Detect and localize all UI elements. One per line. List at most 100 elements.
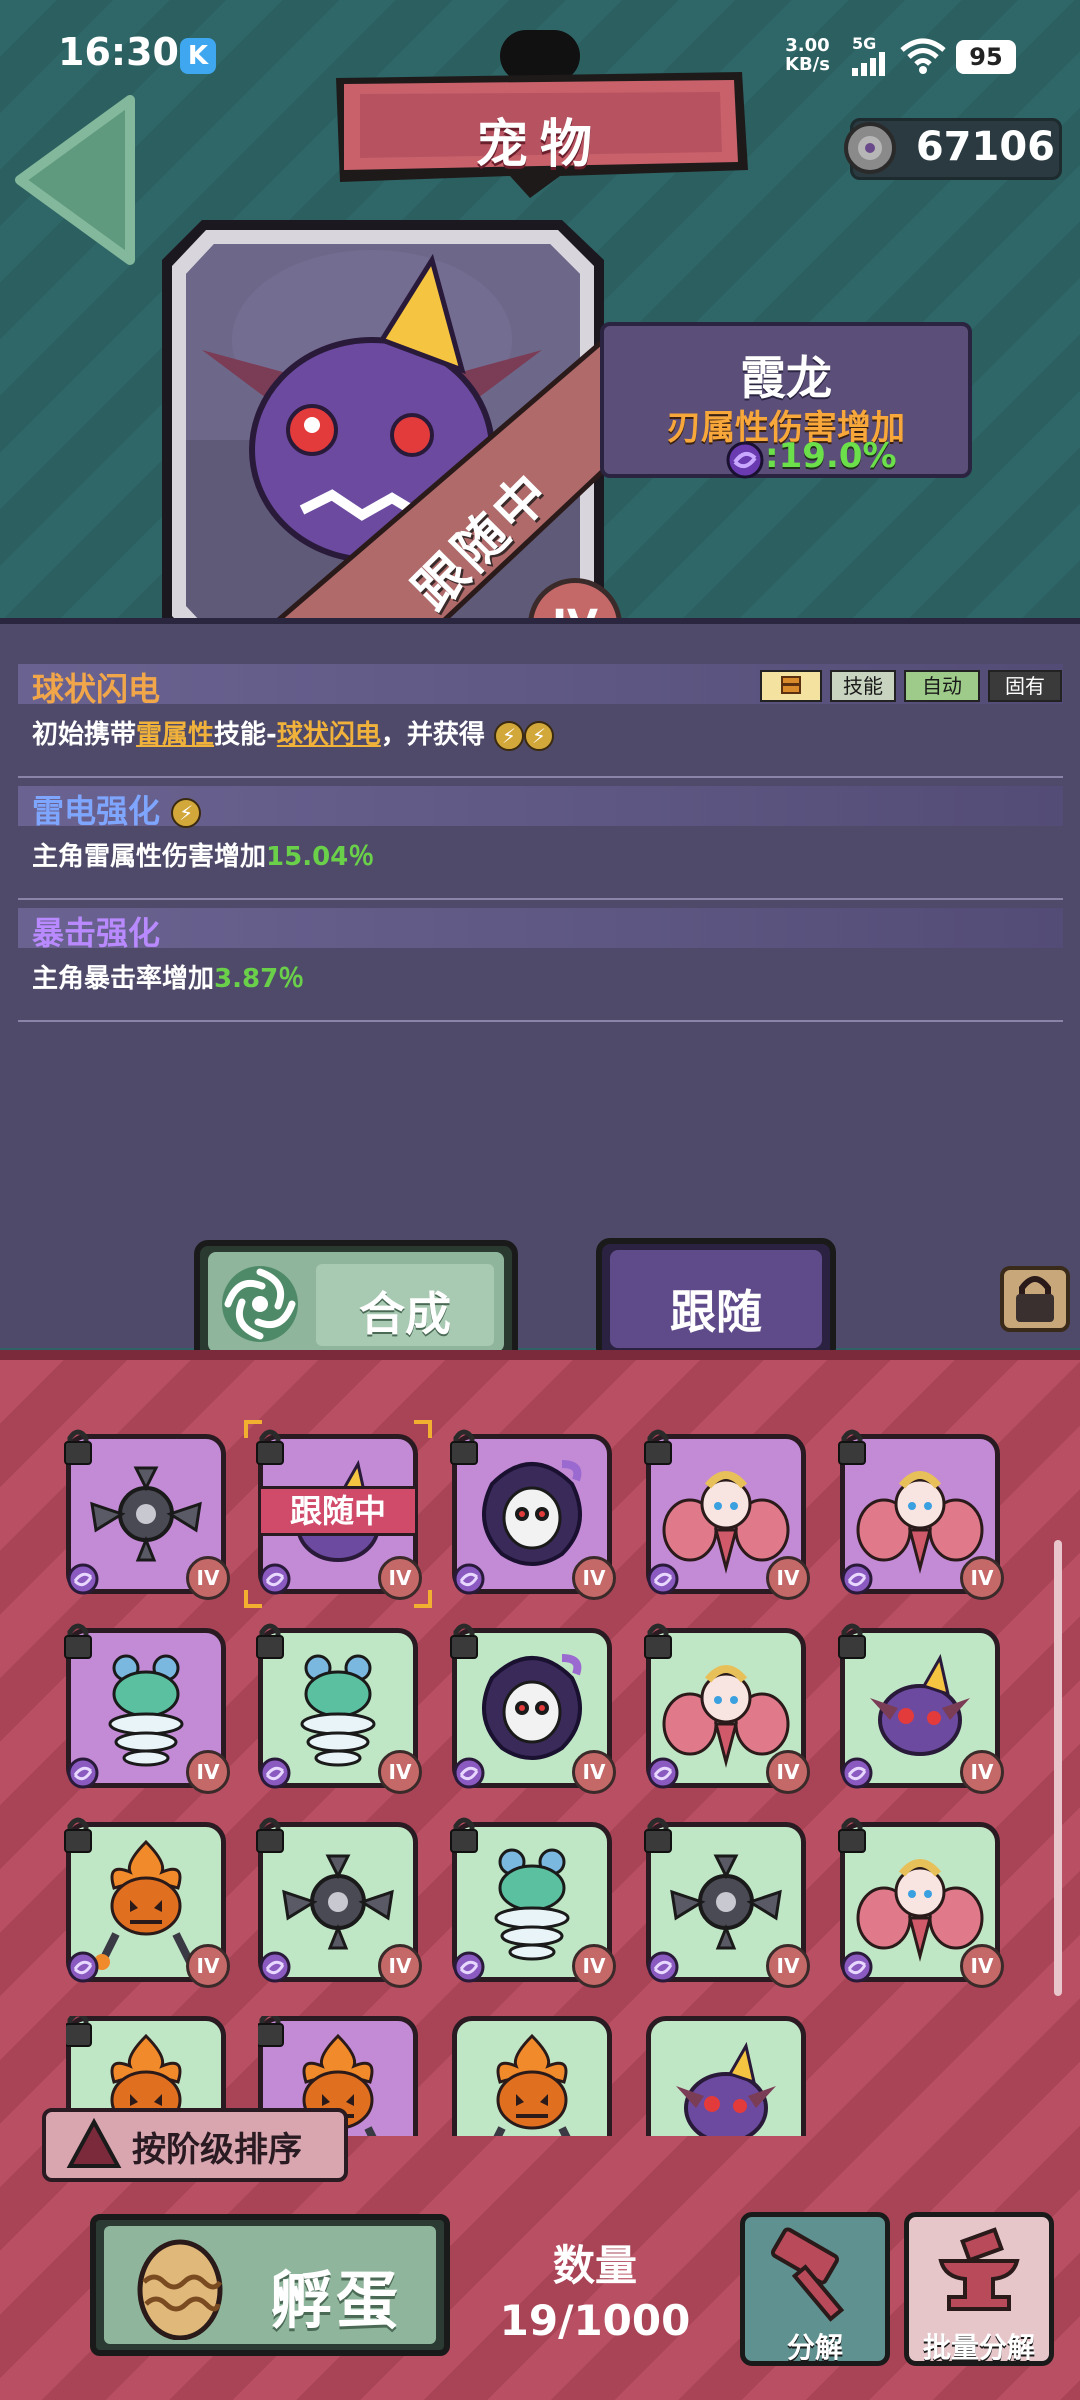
net-speed-unit: KB/s <box>785 54 830 75</box>
decompose-label[interactable]: 分解 <box>740 2326 890 2366</box>
tier-badge: IV <box>186 1944 230 1988</box>
pet-slot[interactable]: IV <box>644 1623 810 1794</box>
quantity-value: 19/1000 <box>499 2296 691 2345</box>
lightning-icon: ⚡ <box>171 798 202 828</box>
skill-desc-3-value: 3.87％ <box>214 964 305 994</box>
element-icon <box>841 1951 873 1983</box>
pet-slot[interactable]: IV <box>644 1429 810 1600</box>
lock-icon <box>450 1429 478 1465</box>
lock-icon <box>450 1623 478 1659</box>
element-icon <box>259 1757 291 1789</box>
pet-portrait <box>162 220 604 660</box>
element-icon <box>841 1757 873 1789</box>
wifi-icon <box>900 38 946 74</box>
selection-corner <box>414 1420 432 1438</box>
lock-icon <box>64 1817 92 1853</box>
tier-badge: IV <box>960 1556 1004 1600</box>
hammer-icon <box>770 2227 845 2322</box>
lock-icon <box>258 2016 284 2047</box>
pet-slot[interactable]: IV <box>64 1623 230 1794</box>
synthesize-label[interactable]: 合成 <box>316 1278 494 1344</box>
tag-innate: 固有 <box>988 670 1062 702</box>
pet-name: 霞龙 <box>740 351 832 405</box>
lock-button[interactable] <box>1000 1266 1070 1332</box>
element-icon <box>647 1563 679 1595</box>
lock-icon <box>256 1623 284 1659</box>
lock-icon <box>644 1429 672 1465</box>
lock-icon <box>256 1817 284 1853</box>
skill-title-1: 球状闪电 <box>32 670 161 708</box>
skill-title-2: 雷电强化 ⚡ <box>32 786 202 832</box>
gem-currency-icon <box>844 122 896 174</box>
signal-icon <box>852 52 885 76</box>
app-badge-icon: K <box>180 38 216 74</box>
pet-slot[interactable] <box>452 2016 612 2136</box>
pet-slot[interactable]: IV <box>256 1817 422 1988</box>
skill-desc-2: 主角雷属性伤害增加15.04％ <box>32 836 374 873</box>
net-speed: 3.00 KB/s <box>785 36 830 74</box>
skill-desc-3: 主角暴击率增加3.87％ <box>32 958 304 995</box>
skill-desc-2-text: 主角雷属性伤害增加 <box>32 842 267 872</box>
tier-badge: IV <box>378 1750 422 1794</box>
tier-badge: IV <box>186 1556 230 1600</box>
selection-corner <box>414 1590 432 1608</box>
net-speed-value: 3.00 <box>785 35 830 56</box>
pet-slot[interactable]: IV <box>450 1429 616 1600</box>
skill-desc-1: 初始携带雷属性技能-球状闪电，并获得 ⚡ ⚡ <box>32 714 554 751</box>
element-icon <box>67 1563 99 1595</box>
tag-skill: 技能 <box>830 670 896 702</box>
hatch-label[interactable]: 孵蛋 <box>270 2250 402 2340</box>
skill-desc-1-suffix: ，并获得 <box>380 720 485 750</box>
chest-tag-icon <box>760 670 822 702</box>
pet-slot[interactable]: IV 跟随中 <box>244 1420 432 1608</box>
lock-icon <box>644 1817 672 1853</box>
element-icon <box>647 1951 679 1983</box>
status-time: 16:30 <box>58 30 179 74</box>
pet-slot[interactable]: IV <box>644 1817 810 1988</box>
element-icon <box>453 1563 485 1595</box>
element-icon <box>67 1757 99 1789</box>
following-tag: 跟随中 <box>258 1486 418 1536</box>
lock-icon <box>450 1817 478 1853</box>
currency-amount: 67106 <box>915 124 1055 170</box>
pet-slot[interactable]: IV <box>64 1817 230 1988</box>
tier-badge: IV <box>766 1556 810 1600</box>
lock-icon <box>644 1623 672 1659</box>
lock-icon <box>64 1623 92 1659</box>
back-arrow-icon[interactable] <box>10 90 150 270</box>
tier-badge: IV <box>960 1944 1004 1988</box>
lock-icon <box>838 1429 866 1465</box>
egg-icon <box>137 2239 223 2340</box>
follow-label[interactable]: 跟随 <box>596 1276 836 1342</box>
pet-slot[interactable]: IV <box>64 1429 230 1600</box>
lock-icon <box>66 2016 92 2047</box>
tier-badge: IV <box>572 1556 616 1600</box>
pet-slot[interactable]: IV <box>838 1429 1004 1600</box>
pet-slot[interactable]: IV <box>450 1817 616 1988</box>
skill-desc-1-mid: 技能- <box>214 720 277 750</box>
element-icon <box>841 1563 873 1595</box>
network-type: 5G <box>852 34 877 53</box>
sort-label[interactable]: 按阶级排序 <box>132 2122 302 2171</box>
pumpkin-creature-icon <box>493 2033 571 2136</box>
skill-title-2-text: 雷电强化 <box>32 792 161 830</box>
skill-header-3 <box>18 908 1063 948</box>
swirl-icon <box>222 1266 298 1342</box>
tier-badge: IV <box>572 1944 616 1988</box>
triangle-sort-icon <box>66 2118 122 2168</box>
bulk-decompose-label[interactable]: 批量分解 <box>904 2326 1054 2366</box>
divider <box>18 1020 1063 1022</box>
lock-icon <box>838 1623 866 1659</box>
pet-slot[interactable]: IV <box>256 1623 422 1794</box>
page-title: 宠物 <box>475 115 604 175</box>
tier-badge: IV <box>378 1944 422 1988</box>
battery-level: 95 <box>956 40 1016 74</box>
pet-slot[interactable] <box>646 2016 806 2136</box>
lightning-icon: ⚡ <box>493 720 524 751</box>
pet-slot[interactable]: IV <box>838 1817 1004 1988</box>
pet-bonus-value: :19.0% <box>765 436 897 476</box>
tier-badge: IV <box>960 1750 1004 1794</box>
pet-slot[interactable]: IV <box>450 1623 616 1794</box>
pet-slot[interactable]: IV <box>838 1623 1004 1794</box>
scrollbar[interactable] <box>1054 1540 1062 1996</box>
